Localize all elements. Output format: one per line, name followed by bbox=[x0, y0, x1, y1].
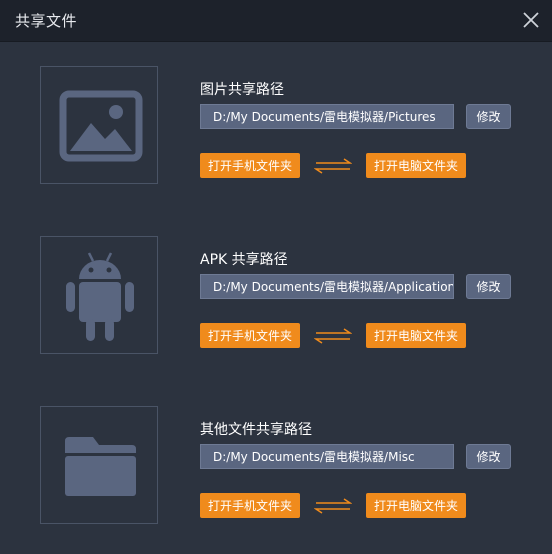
misc-open-pc-folder-button[interactable]: 打开电脑文件夹 bbox=[366, 493, 466, 518]
pictures-path-label: 图片共享路径 bbox=[200, 82, 284, 98]
pictures-open-pc-folder-button[interactable]: 打开电脑文件夹 bbox=[366, 153, 466, 178]
apk-path-field[interactable] bbox=[200, 274, 454, 299]
share-files-dialog: 共享文件 图片共享路径 修改 打开手机文件夹 打开电脑文件夹 bbox=[0, 0, 552, 554]
pictures-modify-button[interactable]: 修改 bbox=[466, 104, 511, 129]
android-icon-box bbox=[40, 236, 158, 354]
misc-open-phone-folder-button[interactable]: 打开手机文件夹 bbox=[200, 493, 300, 518]
misc-share-section: 其他文件共享路径 修改 打开手机文件夹 打开电脑文件夹 bbox=[0, 406, 552, 536]
apk-open-pc-folder-button[interactable]: 打开电脑文件夹 bbox=[366, 323, 466, 348]
image-icon-box bbox=[40, 66, 158, 184]
apk-open-phone-folder-button[interactable]: 打开手机文件夹 bbox=[200, 323, 300, 348]
folder-icon-box bbox=[40, 406, 158, 524]
dialog-title: 共享文件 bbox=[15, 12, 78, 30]
pictures-path-field[interactable] bbox=[200, 104, 454, 129]
apk-modify-button[interactable]: 修改 bbox=[466, 274, 511, 299]
folder-icon bbox=[65, 437, 136, 496]
sync-arrows-icon bbox=[314, 158, 352, 174]
sync-arrows-icon bbox=[314, 498, 352, 514]
pictures-share-section: 图片共享路径 修改 打开手机文件夹 打开电脑文件夹 bbox=[0, 66, 552, 196]
misc-path-label: 其他文件共享路径 bbox=[200, 422, 312, 438]
misc-path-field[interactable] bbox=[200, 444, 454, 469]
apk-path-label: APK 共享路径 bbox=[200, 252, 288, 268]
sync-arrows-icon bbox=[314, 328, 352, 344]
apk-share-section: APK 共享路径 修改 打开手机文件夹 打开电脑文件夹 bbox=[0, 236, 552, 366]
close-icon[interactable] bbox=[520, 9, 542, 31]
pictures-open-phone-folder-button[interactable]: 打开手机文件夹 bbox=[200, 153, 300, 178]
image-icon bbox=[59, 90, 143, 162]
title-bar: 共享文件 bbox=[0, 0, 552, 42]
misc-modify-button[interactable]: 修改 bbox=[466, 444, 511, 469]
android-icon bbox=[66, 252, 134, 341]
